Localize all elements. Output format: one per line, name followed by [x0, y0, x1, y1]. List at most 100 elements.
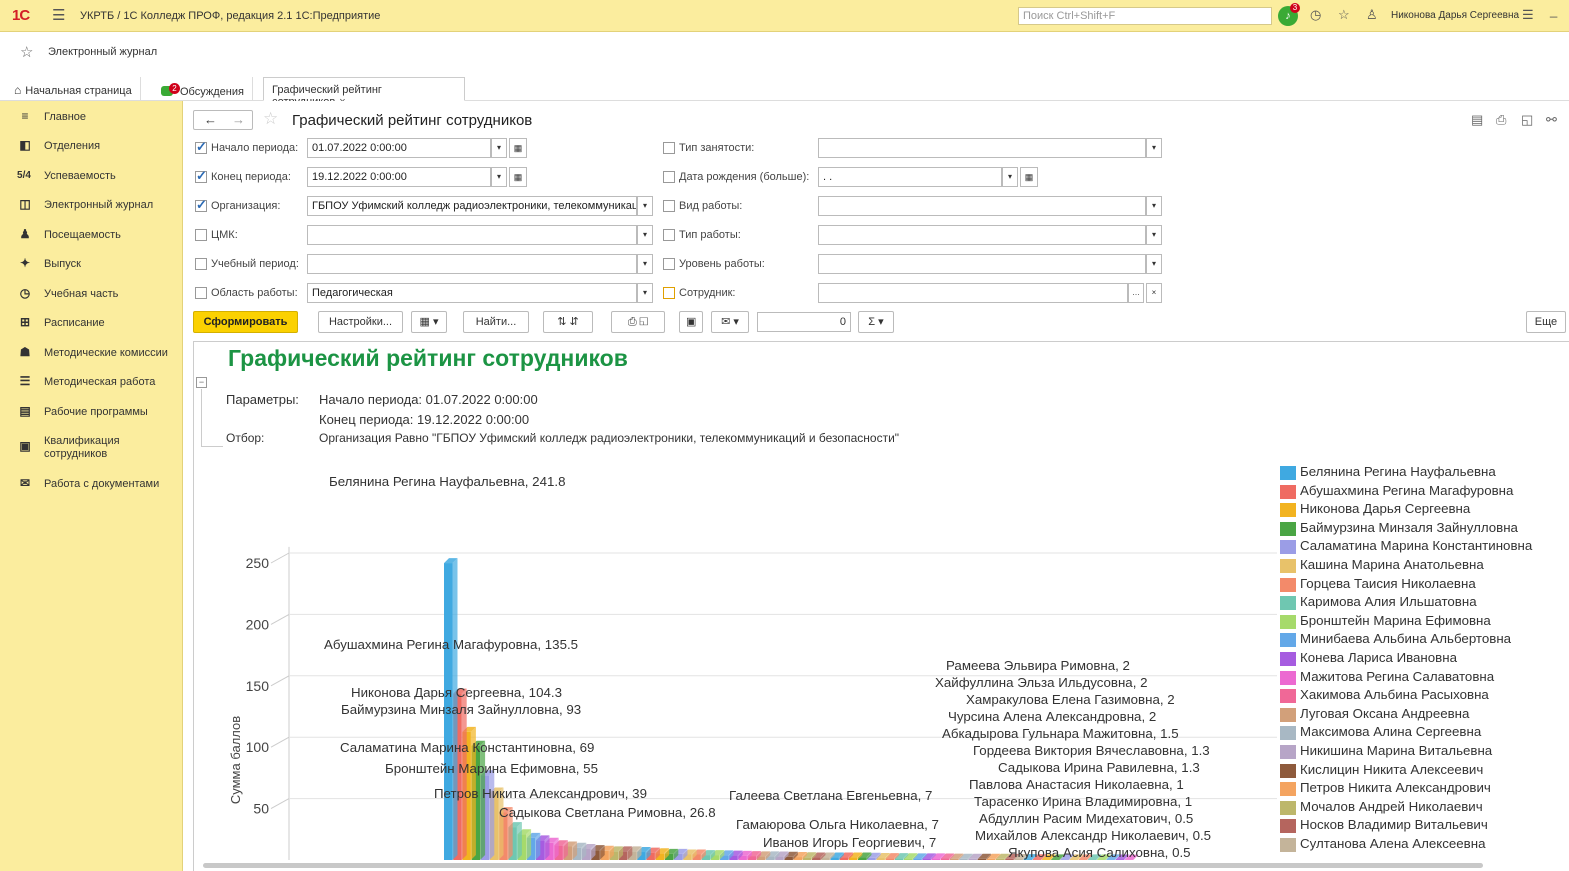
legend-swatch — [1280, 670, 1296, 685]
sort-buttons[interactable]: ⇅ ⇵ — [543, 311, 593, 333]
filter-input[interactable] — [818, 196, 1146, 216]
y-tick-label: 100 — [246, 739, 270, 755]
dropdown-icon[interactable]: ▾ — [1002, 167, 1018, 187]
favorite-star-icon[interactable]: ☆ — [20, 43, 33, 61]
favorites-star-icon[interactable]: ☆ — [1338, 7, 1350, 23]
dropdown-icon[interactable]: ▾ — [491, 167, 507, 187]
save-report-button[interactable]: ▣ — [679, 311, 703, 333]
filter-checkbox[interactable] — [663, 258, 675, 270]
tab-graphic-rating[interactable]: Графический рейтинг сотрудников× — [263, 77, 465, 108]
back-arrow-icon[interactable]: ← — [204, 112, 217, 127]
sidebar-item-2[interactable]: 5/4 Успеваемость — [0, 163, 183, 191]
filter-input[interactable] — [818, 254, 1146, 274]
user-icon[interactable]: ♙ — [1366, 7, 1378, 23]
calendar-icon[interactable]: ▦ — [509, 138, 527, 158]
tab-home[interactable]: ⌂ Начальная страница — [6, 77, 141, 101]
dropdown-icon[interactable]: ▾ — [491, 138, 507, 158]
legend-item: Мажитова Регина Салаватовна — [1280, 669, 1569, 687]
sidebar-item-0[interactable]: ≡ Главное — [0, 104, 183, 132]
sidebar-item-1[interactable]: ◧ Отделения — [0, 133, 183, 161]
filter-checkbox[interactable] — [663, 200, 675, 212]
dropdown-icon[interactable]: ▾ — [637, 283, 653, 303]
select-icon[interactable]: … — [1128, 283, 1144, 303]
collapse-group-icon[interactable]: − — [196, 377, 207, 388]
dropdown-icon[interactable]: ▾ — [637, 225, 653, 245]
tab-discussions[interactable]: 2 Обсуждения — [153, 77, 253, 101]
sidebar-item-8[interactable]: ☗ Методические комиссии — [0, 340, 183, 368]
filter-input[interactable] — [818, 225, 1146, 245]
sidebar-item-7[interactable]: ⊞ Расписание — [0, 310, 183, 338]
filter-label: Уровень работы: — [679, 258, 765, 270]
favorite-link[interactable]: Электронный журнал — [48, 46, 157, 58]
1c-logo[interactable]: 1C — [12, 7, 30, 24]
employee-input[interactable] — [818, 283, 1128, 303]
home-icon: ⌂ — [14, 83, 22, 97]
filter-input[interactable] — [818, 138, 1146, 158]
filter-date-input[interactable]: 01.07.2022 0:00:00 — [307, 138, 491, 158]
filter-checkbox[interactable] — [663, 229, 675, 241]
sidebar-item-10[interactable]: ▤ Рабочие программы — [0, 399, 183, 427]
legend-swatch — [1280, 521, 1296, 536]
filter-input[interactable] — [307, 225, 637, 245]
settings-menu-icon[interactable]: ☰ — [1522, 7, 1534, 23]
data-label: Михайлов Александр Николаевич, 0.5 — [975, 828, 1211, 843]
horizontal-scrollbar[interactable] — [203, 863, 1483, 868]
legend-label: Горцева Таисия Николаевна — [1300, 575, 1476, 591]
email-button[interactable]: ✉ ▾ — [711, 311, 749, 333]
sidebar-item-3[interactable]: ◫ Электронный журнал — [0, 192, 183, 220]
settings-button[interactable]: Настройки... — [318, 311, 403, 333]
legend-label: Каримова Алия Ильшатовна — [1300, 594, 1477, 610]
calendar-icon[interactable]: ▦ — [1020, 167, 1038, 187]
minimize-icon[interactable]: _ — [1550, 3, 1557, 18]
sidebar-item-5[interactable]: ✦ Выпуск — [0, 251, 183, 279]
filter-input[interactable] — [307, 254, 637, 274]
dropdown-icon[interactable]: ▾ — [1146, 196, 1162, 216]
user-name[interactable]: Никонова Дарья Сергеевна — [1391, 10, 1519, 21]
filter-input[interactable]: ГБПОУ Уфимский колледж радиоэлектроники,… — [307, 196, 637, 216]
print-buttons[interactable]: ⎙ ◱ — [611, 311, 665, 333]
preview-icon[interactable]: ◱ — [1521, 112, 1533, 128]
sidebar-item-6[interactable]: ◷ Учебная часть — [0, 281, 183, 309]
filter-checkbox[interactable] — [663, 287, 675, 299]
main-menu-icon[interactable]: ☰ — [52, 6, 65, 24]
sidebar-item-4[interactable]: ♟ Посещаемость — [0, 222, 183, 250]
filter-checkbox[interactable] — [195, 139, 207, 155]
main-content: ← → ☆ Графический рейтинг сотрудников ▤ … — [183, 101, 1569, 871]
find-button[interactable]: Найти... — [463, 311, 529, 333]
filter-checkbox[interactable] — [195, 258, 207, 270]
filter-input[interactable]: Педагогическая — [307, 283, 637, 303]
filter-checkbox[interactable] — [663, 142, 675, 154]
birthdate-input[interactable]: . . — [818, 167, 1002, 187]
dropdown-icon[interactable]: ▾ — [1146, 138, 1162, 158]
more-button[interactable]: Еще — [1526, 311, 1566, 333]
dropdown-icon[interactable]: ▾ — [1146, 225, 1162, 245]
sum-button[interactable]: Σ ▾ — [858, 311, 894, 333]
sidebar-item-label: Отделения — [44, 140, 101, 152]
generate-button[interactable]: Сформировать — [193, 311, 298, 333]
sidebar-item-11[interactable]: ▣ Квалификация сотрудников — [0, 434, 183, 462]
global-search-input[interactable]: Поиск Ctrl+Shift+F — [1018, 7, 1272, 25]
filter-checkbox[interactable] — [195, 287, 207, 299]
dropdown-icon[interactable]: ▾ — [637, 254, 653, 274]
filter-checkbox[interactable] — [663, 171, 675, 183]
clear-icon[interactable]: × — [1146, 283, 1162, 303]
save-icon[interactable]: ▤ — [1471, 112, 1483, 128]
history-icon[interactable]: ◷ — [1310, 7, 1321, 23]
filter-checkbox[interactable] — [195, 229, 207, 241]
filter-checkbox[interactable] — [195, 197, 207, 213]
sidebar-item-12[interactable]: ✉ Работа с документами — [0, 471, 183, 499]
print-icon[interactable]: ⎙ — [1496, 112, 1506, 128]
link-icon[interactable]: ⚯ — [1546, 112, 1557, 128]
calendar-icon[interactable]: ▦ — [509, 167, 527, 187]
sidebar-icon-11: ▣ — [19, 439, 31, 453]
filter-date-input[interactable]: 19.12.2022 0:00:00 — [307, 167, 491, 187]
sidebar-item-9[interactable]: ☰ Методическая работа — [0, 369, 183, 397]
filter-checkbox[interactable] — [195, 168, 207, 184]
forward-arrow-icon[interactable]: → — [232, 112, 245, 127]
sum-field[interactable]: 0 — [757, 312, 851, 332]
legend-swatch — [1280, 577, 1296, 592]
variants-button[interactable]: ▦ ▾ — [411, 311, 447, 333]
dropdown-icon[interactable]: ▾ — [1146, 254, 1162, 274]
form-favorite-star-icon[interactable]: ☆ — [263, 109, 278, 129]
dropdown-icon[interactable]: ▾ — [637, 196, 653, 216]
